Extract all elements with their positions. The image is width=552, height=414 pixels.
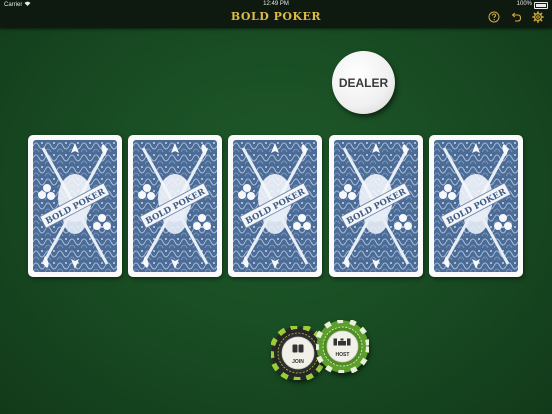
host-chip[interactable]: HOST	[316, 320, 369, 373]
dealer-button[interactable]: DEALER	[332, 51, 395, 114]
gear-icon[interactable]	[532, 11, 544, 23]
battery-icon	[534, 2, 548, 9]
top-bar: Carrier 12:49 PM 100% BOLD POKER	[0, 0, 552, 28]
card-back-art: BOLD POKER	[133, 140, 217, 272]
host-chip-label: HOST	[335, 352, 350, 358]
card-5[interactable]: BOLD POKER	[429, 135, 523, 277]
card-back-art: BOLD POKER	[434, 140, 518, 272]
status-time: 12:49 PM	[263, 1, 289, 7]
help-icon[interactable]	[488, 11, 500, 23]
card-back-art: BOLD POKER	[233, 140, 317, 272]
join-cards-icon	[292, 344, 304, 353]
card-4[interactable]: BOLD POKER	[329, 135, 423, 277]
card-1[interactable]: BOLD POKER	[28, 135, 122, 277]
app-title: BOLD POKER	[230, 10, 322, 23]
card-back-art: BOLD POKER	[33, 140, 117, 272]
host-table-icon	[333, 338, 351, 346]
undo-icon[interactable]	[510, 11, 522, 23]
card-2[interactable]: BOLD POKER	[128, 135, 222, 277]
battery-percent: 100%	[516, 1, 532, 7]
card-back-art: BOLD POKER	[334, 140, 418, 272]
card-3[interactable]: BOLD POKER	[228, 135, 322, 277]
